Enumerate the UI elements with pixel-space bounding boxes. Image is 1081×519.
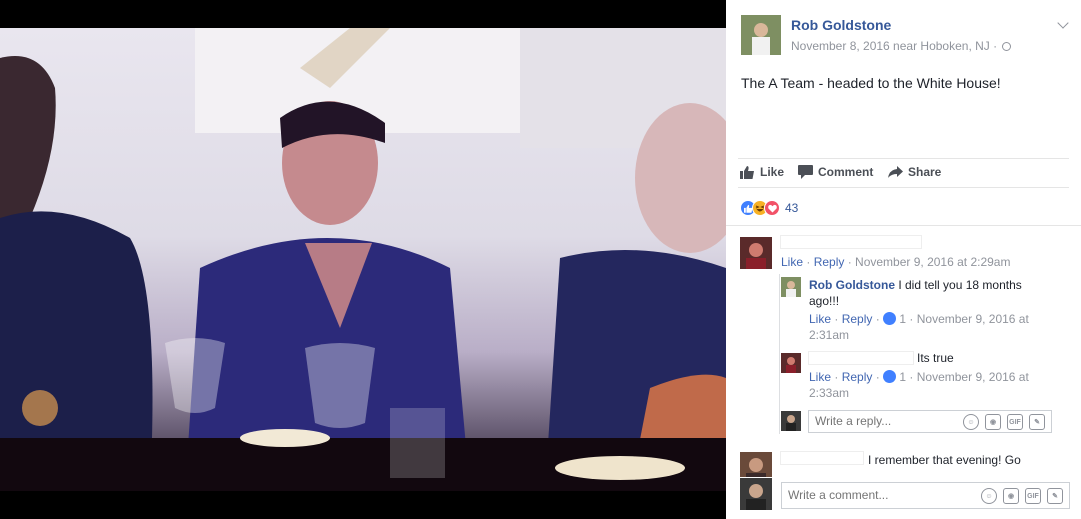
reply-sep: · bbox=[831, 312, 842, 326]
reply-thread-line bbox=[779, 274, 780, 434]
reply-text-line: ago!!! bbox=[809, 294, 840, 308]
comment-actions: Like · Reply · November 9, 2016 at 2:29a… bbox=[781, 255, 1010, 269]
sticker-icon[interactable]: ✎ bbox=[1047, 488, 1063, 504]
redacted-name bbox=[780, 451, 864, 465]
post-sidebar: Rob Goldstone November 8, 2016 near Hobo… bbox=[726, 0, 1081, 519]
reply-reply-link[interactable]: Reply bbox=[842, 312, 873, 326]
comment-input-icons: ☺ ◉ GIF ✎ bbox=[981, 488, 1063, 504]
reply-actions: Like · Reply · 1 · November 9, 2016 at 2… bbox=[809, 311, 1029, 343]
comment-input[interactable] bbox=[788, 488, 918, 502]
love-icon bbox=[764, 200, 780, 216]
thumbs-up-icon bbox=[740, 166, 754, 179]
reply-avatar[interactable] bbox=[781, 277, 801, 297]
smiley-icon[interactable]: ☺ bbox=[981, 488, 997, 504]
reply-input-box: ☺ ◉ GIF ✎ bbox=[808, 410, 1052, 433]
reply-body: Rob Goldstone I did tell you 18 months a… bbox=[809, 277, 1022, 309]
photo-water-glass bbox=[390, 408, 445, 478]
redacted-name bbox=[808, 351, 914, 365]
reply-sep: · bbox=[872, 312, 884, 326]
author-avatar[interactable] bbox=[741, 15, 781, 55]
reply-timestamp[interactable]: 2:33am bbox=[809, 386, 849, 400]
reply-like-link[interactable]: Like bbox=[809, 312, 831, 326]
sticker-icon[interactable]: ✎ bbox=[1029, 414, 1045, 430]
gif-icon[interactable]: GIF bbox=[1007, 414, 1023, 430]
post-text: The A Team - headed to the White House! bbox=[741, 75, 1001, 91]
reply-avatar[interactable] bbox=[781, 353, 801, 373]
reply-text-line: I did tell you 18 months bbox=[898, 278, 1022, 292]
globe-icon bbox=[1002, 42, 1012, 51]
reply-input-icons: ☺ ◉ GIF ✎ bbox=[963, 414, 1045, 430]
post-header: Rob Goldstone November 8, 2016 near Hobo… bbox=[741, 15, 1071, 55]
commenter-avatar[interactable] bbox=[740, 452, 772, 477]
reply-actions: Like · Reply · 1 · November 9, 2016 at 2… bbox=[809, 369, 1029, 401]
chevron-down-icon[interactable] bbox=[1057, 17, 1069, 29]
thumbs-up-icon bbox=[883, 370, 897, 383]
comment-label: Comment bbox=[818, 165, 874, 179]
photo-glass-2 bbox=[305, 343, 375, 428]
photo-illustration bbox=[0, 28, 726, 491]
post-date-location[interactable]: November 8, 2016 near Hoboken, NJ · bbox=[791, 39, 997, 53]
reply-timestamp[interactable]: 2:31am bbox=[809, 328, 849, 342]
reply-like-link[interactable]: Like bbox=[809, 370, 831, 384]
author-name[interactable]: Rob Goldstone bbox=[791, 17, 891, 33]
photo-candle-light bbox=[22, 390, 58, 426]
smiley-icon[interactable]: ☺ bbox=[963, 414, 979, 430]
like-label: Like bbox=[760, 165, 785, 179]
comment-input-box: ☺ ◉ GIF ✎ bbox=[781, 482, 1070, 509]
share-label: Share bbox=[908, 165, 942, 179]
commenter-avatar[interactable] bbox=[740, 237, 772, 269]
reply-timestamp[interactable]: November 9, 2016 at bbox=[917, 312, 1029, 326]
reply-sep: · bbox=[872, 370, 884, 384]
camera-icon[interactable]: ◉ bbox=[985, 414, 1001, 430]
comments-list: Like · Reply · November 9, 2016 at 2:29a… bbox=[726, 225, 1081, 477]
camera-icon[interactable]: ◉ bbox=[1003, 488, 1019, 504]
author-avatar-image bbox=[741, 15, 781, 55]
reply-sep: · bbox=[831, 370, 842, 384]
my-avatar bbox=[781, 411, 801, 431]
redacted-name bbox=[780, 235, 922, 249]
photo-left-head bbox=[0, 56, 56, 228]
post-photo[interactable] bbox=[0, 28, 726, 491]
reply-timestamp[interactable]: November 9, 2016 at bbox=[917, 370, 1029, 384]
reply-input[interactable] bbox=[815, 414, 945, 428]
comment-like-link[interactable]: Like bbox=[781, 255, 803, 269]
reply-sep: · bbox=[906, 312, 917, 326]
share-button[interactable]: Share bbox=[888, 165, 941, 179]
comment-text: I remember that evening! Go bbox=[868, 453, 1021, 467]
comment-timestamp[interactable]: November 9, 2016 at 2:29am bbox=[855, 255, 1010, 269]
gif-icon[interactable]: GIF bbox=[1025, 488, 1041, 504]
my-avatar bbox=[740, 478, 772, 510]
comment-sep: · bbox=[844, 255, 856, 269]
reply-author[interactable]: Rob Goldstone bbox=[809, 278, 895, 292]
action-bar: Like Comment Share bbox=[738, 158, 1069, 188]
photo-viewer bbox=[0, 0, 726, 519]
reply-text: Its true bbox=[917, 351, 954, 365]
reply-reply-link[interactable]: Reply bbox=[842, 370, 873, 384]
comment-button[interactable]: Comment bbox=[798, 165, 873, 179]
reply-sep: · bbox=[906, 370, 917, 384]
reaction-count[interactable]: 43 bbox=[785, 201, 798, 215]
photo-plate-1 bbox=[240, 429, 330, 447]
like-button[interactable]: Like bbox=[740, 165, 784, 179]
comment-composer: ☺ ◉ GIF ✎ bbox=[726, 477, 1081, 519]
comment-sep: · bbox=[803, 255, 814, 269]
reactions-summary[interactable]: 43 bbox=[740, 200, 798, 216]
post-meta: November 8, 2016 near Hoboken, NJ · bbox=[791, 39, 1012, 53]
comment-icon bbox=[798, 165, 813, 179]
share-icon bbox=[888, 166, 903, 178]
comment-reply-link[interactable]: Reply bbox=[814, 255, 845, 269]
photo-plate-2 bbox=[555, 456, 685, 480]
thumbs-up-icon bbox=[883, 312, 897, 325]
